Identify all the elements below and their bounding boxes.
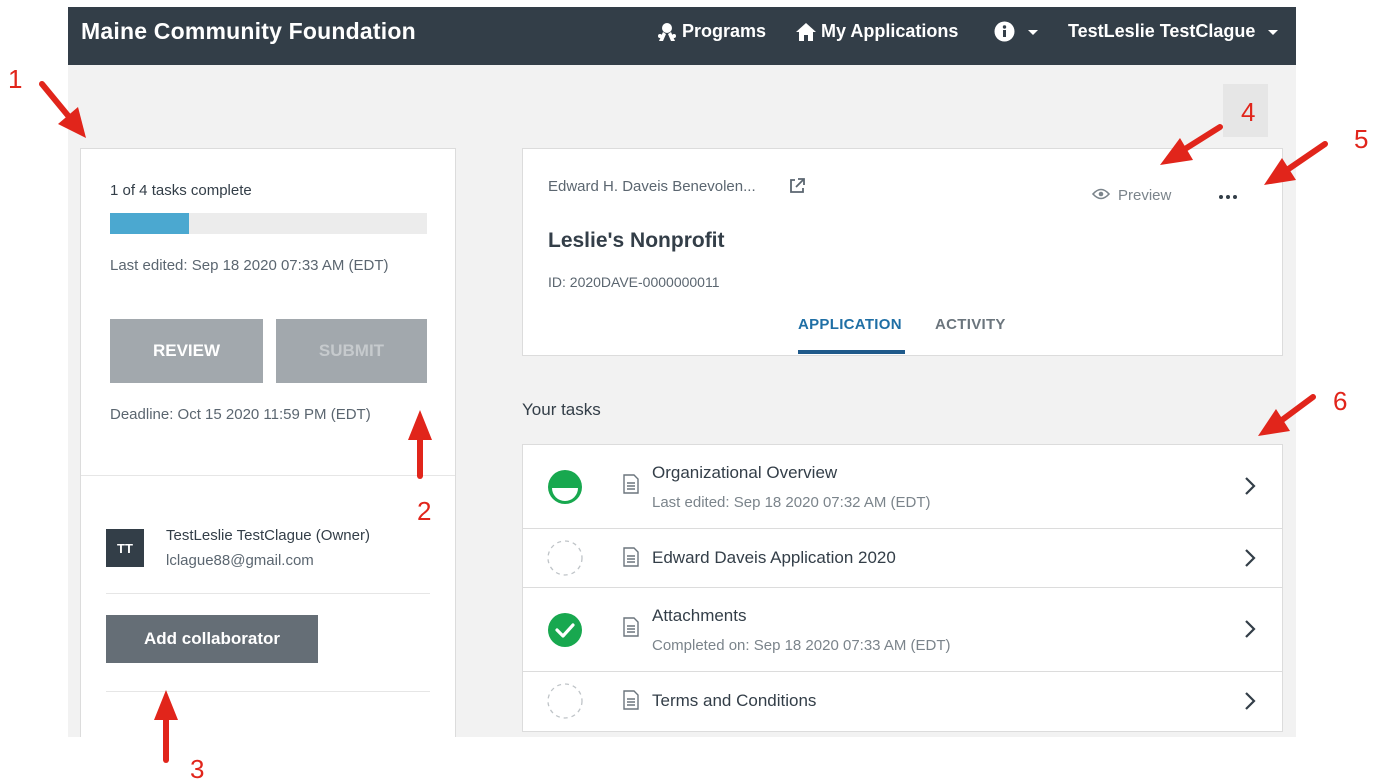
task-subtitle: Completed on: Sep 18 2020 07:33 AM (EDT) <box>652 637 951 654</box>
ellipsis-dot <box>1219 195 1223 199</box>
task-title: Attachments <box>652 606 747 625</box>
task-row-organizational-overview[interactable]: Organizational Overview Last edited: Sep… <box>523 445 1282 529</box>
info-circle-icon <box>994 21 1015 42</box>
chevron-down-icon <box>1028 30 1038 35</box>
add-collaborator-button[interactable]: Add collaborator <box>106 615 318 663</box>
deadline-text: Deadline: Oct 15 2020 11:59 PM (EDT) <box>110 406 371 423</box>
avatar: TT <box>106 529 144 567</box>
not-started-status-icon <box>547 683 583 724</box>
active-tab-indicator <box>798 350 905 354</box>
annotation-label-2: 2 <box>417 496 432 526</box>
owner-name: TestLeslie TestClague (Owner) <box>166 527 370 544</box>
chevron-right-icon <box>1244 619 1256 644</box>
organization-name: Leslie's Nonprofit <box>548 229 725 252</box>
application-header-card: Edward H. Daveis Benevolen... Preview Le… <box>522 148 1283 356</box>
chevron-right-icon <box>1244 548 1256 573</box>
eye-icon <box>1091 187 1111 204</box>
divider <box>106 691 430 692</box>
annotation-label-5: 5 <box>1354 124 1369 154</box>
nav-my-applications[interactable]: My Applications <box>795 21 958 42</box>
not-started-status-icon <box>547 540 583 581</box>
annotation-label-6: 6 <box>1333 386 1348 416</box>
program-name: Edward H. Daveis Benevolen... <box>548 178 756 195</box>
tab-activity[interactable]: ACTIVITY <box>935 316 1006 333</box>
app-window: Maine Community Foundation Programs My A… <box>68 7 1296 737</box>
nav-help-menu[interactable] <box>994 21 1038 42</box>
submission-status-panel: 1 of 4 tasks complete Last edited: Sep 1… <box>80 148 456 737</box>
nav-user-name: TestLeslie TestClague <box>1068 21 1256 41</box>
document-icon <box>623 547 639 572</box>
task-title: Organizational Overview <box>652 463 838 482</box>
task-progress-bar <box>110 213 427 234</box>
application-id-label: ID: <box>548 274 566 290</box>
divider <box>81 475 455 476</box>
external-link-icon[interactable] <box>788 177 806 200</box>
annotation-label-1: 1 <box>8 64 23 94</box>
task-subtitle: Last edited: Sep 18 2020 07:32 AM (EDT) <box>652 494 931 511</box>
tasks-complete-count: 1 of 4 tasks complete <box>110 182 252 199</box>
chevron-right-icon <box>1244 476 1256 501</box>
chevron-down-icon <box>1268 30 1279 35</box>
brand-title[interactable]: Maine Community Foundation <box>81 18 416 45</box>
ellipsis-dot <box>1226 195 1230 199</box>
award-ribbon-icon <box>656 22 678 42</box>
half-complete-status-icon <box>547 469 583 510</box>
task-row-attachments[interactable]: Attachments Completed on: Sep 18 2020 07… <box>523 588 1282 672</box>
task-row-edward-daveis-application[interactable]: Edward Daveis Application 2020 <box>523 529 1282 588</box>
application-id: ID: 2020DAVE-0000000011 <box>548 274 720 290</box>
home-icon <box>795 22 817 42</box>
annotation-label-3: 3 <box>190 754 205 783</box>
task-title: Terms and Conditions <box>652 691 817 710</box>
annotation-arrow-1 <box>39 81 73 121</box>
annotation-label-4: 4 <box>1241 97 1256 127</box>
divider <box>106 593 430 594</box>
screenshot-stage: Maine Community Foundation Programs My A… <box>0 0 1387 783</box>
review-button[interactable]: REVIEW <box>110 319 263 383</box>
task-progress-fill <box>110 213 190 234</box>
preview-label: Preview <box>1118 187 1172 204</box>
check-circle-icon <box>547 612 583 653</box>
nav-user-menu[interactable]: TestLeslie TestClague <box>1068 21 1279 42</box>
document-icon <box>623 474 639 499</box>
nav-programs-label: Programs <box>682 21 767 41</box>
application-id-value: 2020DAVE-0000000011 <box>569 274 720 290</box>
tasks-heading: Your tasks <box>522 400 601 419</box>
document-icon <box>623 690 639 715</box>
task-list: Organizational Overview Last edited: Sep… <box>522 444 1283 732</box>
tab-application[interactable]: APPLICATION <box>798 316 902 333</box>
ellipsis-dot <box>1233 195 1237 199</box>
nav-my-applications-label: My Applications <box>821 21 959 41</box>
task-title: Edward Daveis Application 2020 <box>652 548 896 567</box>
last-edited-text: Last edited: Sep 18 2020 07:33 AM (EDT) <box>110 257 389 274</box>
chevron-right-icon <box>1244 691 1256 716</box>
preview-link[interactable]: Preview <box>1091 187 1172 204</box>
submit-button-disabled[interactable]: SUBMIT <box>276 319 427 383</box>
task-row-terms-and-conditions[interactable]: Terms and Conditions <box>523 672 1282 731</box>
more-options-button[interactable] <box>1216 187 1240 207</box>
top-nav-bar: Maine Community Foundation Programs My A… <box>68 7 1296 65</box>
nav-programs[interactable]: Programs <box>656 21 766 42</box>
document-icon <box>623 617 639 642</box>
owner-email: lclague88@gmail.com <box>166 552 314 569</box>
